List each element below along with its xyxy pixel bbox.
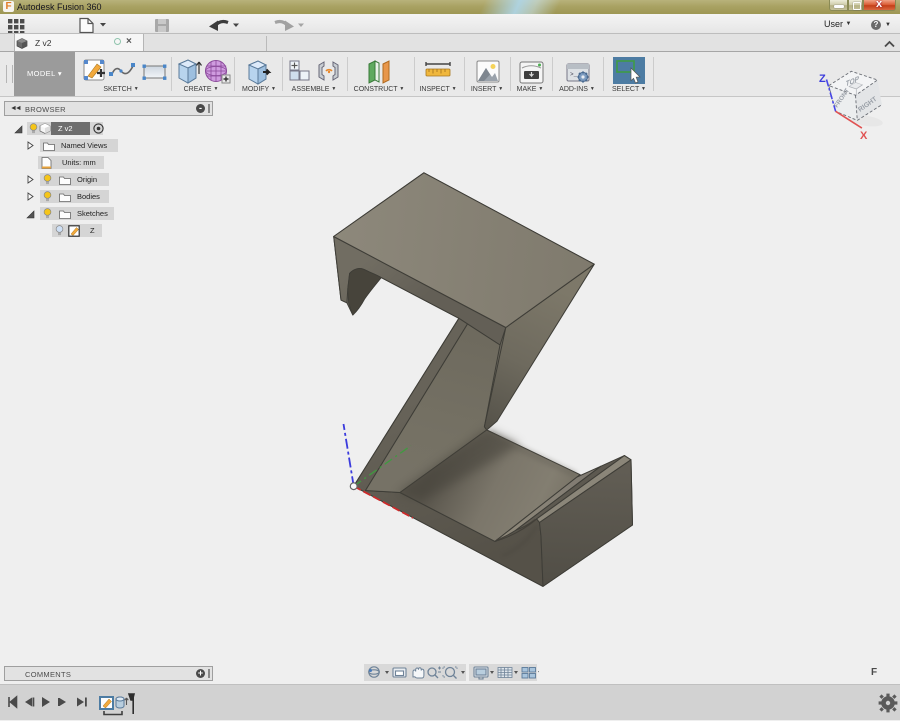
svg-text:X: X: [860, 130, 868, 142]
svg-text:Z: Z: [819, 73, 826, 85]
svg-text:>_: >_: [570, 71, 578, 78]
